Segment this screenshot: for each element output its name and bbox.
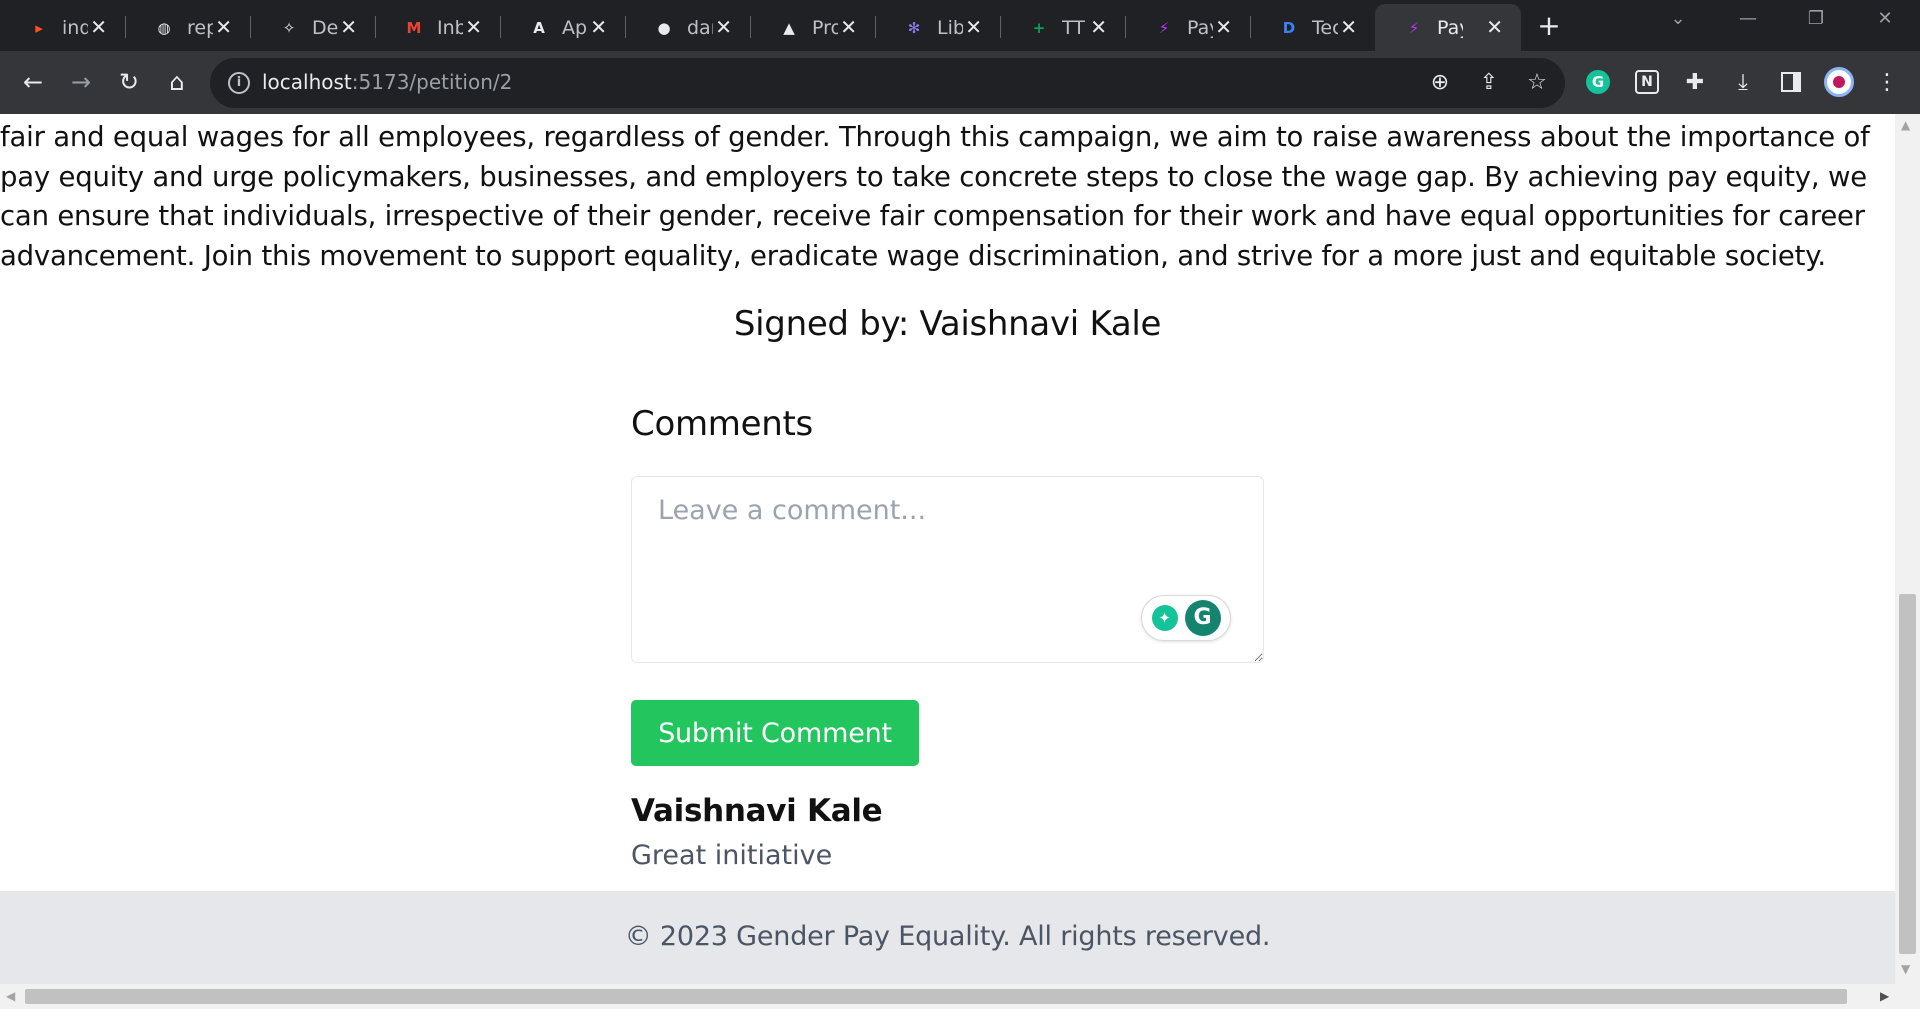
close-tab-icon[interactable]: ✕ [590, 16, 607, 38]
scroll-right-icon[interactable]: ▶ [1880, 989, 1889, 1003]
profile-avatar[interactable] [1823, 66, 1855, 98]
share-icon[interactable]: ⇪ [1476, 70, 1502, 96]
close-tab-icon[interactable]: ✕ [1340, 16, 1357, 38]
browser-tab-strip: ▸ind✕◍rep✕✧De✕MInb✕AAp✕●dar✕▲Pro✕✻Lib✕+T… [0, 0, 1920, 51]
submit-comment-button[interactable]: Submit Comment [631, 700, 919, 766]
restore-icon[interactable]: ❐ [1801, 8, 1831, 29]
tab-title: dar [687, 16, 713, 39]
tab-title: Pay [1437, 16, 1463, 39]
browser-tab[interactable]: A Ap ✕ [500, 4, 625, 51]
tab-title: Pay [1187, 16, 1213, 39]
page-footer: © 2023 Gender Pay Equality. All rights r… [0, 891, 1895, 984]
tab-title: rep [187, 16, 213, 39]
tab-title: TT [1062, 16, 1085, 39]
close-tab-icon[interactable]: ✕ [340, 16, 357, 38]
reload-icon[interactable]: ↻ [112, 65, 146, 99]
github-icon: ● [657, 18, 671, 37]
tab-search-icon[interactable]: ⌄ [1663, 8, 1693, 29]
close-tab-icon[interactable]: ✕ [90, 16, 107, 38]
browser-tab[interactable]: ▲ Pro ✕ [750, 4, 875, 51]
bookmark-star-icon[interactable]: ☆ [1524, 70, 1550, 96]
new-tab-button[interactable]: + [1533, 10, 1565, 42]
side-panel-icon[interactable] [1775, 66, 1807, 98]
browser-tab[interactable]: ▸ ind ✕ [0, 4, 125, 51]
browser-menu-icon[interactable]: ⋮ [1871, 66, 1903, 98]
tab-title: Tec [1312, 16, 1338, 39]
vite-icon: ⚡ [1408, 18, 1420, 37]
tab-title: Pro [812, 16, 838, 39]
browser-tab[interactable]: + TT ✕ [1000, 4, 1125, 51]
extensions-puzzle-icon[interactable]: ✚ [1679, 66, 1711, 98]
grammarly-widget[interactable]: ✦ G [1141, 595, 1231, 641]
tab-title: ind [62, 16, 88, 39]
browser-tab[interactable]: D Tec ✕ [1250, 4, 1375, 51]
close-tab-icon[interactable]: ✕ [715, 16, 732, 38]
devfolio-icon: ✧ [282, 18, 296, 37]
tab-title: De [312, 16, 338, 39]
sheets-icon: + [1032, 18, 1046, 37]
tab-title: Inb [437, 16, 463, 39]
browser-tab[interactable]: M Inb ✕ [375, 4, 500, 51]
signed-by-heading: Signed by: Vaishnavi Kale [733, 304, 1162, 344]
grammarly-extension-icon[interactable]: G [1582, 66, 1614, 98]
browser-toolbar: ← → ↻ ⌂ i localhost:5173/petition/2 ⊕ ⇪ … [0, 51, 1920, 114]
asterisk-icon: ✻ [907, 18, 921, 37]
close-tab-icon[interactable]: ✕ [1215, 16, 1232, 38]
comment-text: Great initiative [631, 840, 833, 871]
site-info-icon[interactable]: i [228, 72, 250, 94]
comment-author: Vaishnavi Kale [631, 793, 883, 829]
tab-title: Ap [562, 16, 588, 39]
download-icon[interactable]: ⤓ [1727, 66, 1759, 98]
zoom-icon[interactable]: ⊕ [1427, 70, 1453, 96]
home-icon[interactable]: ⌂ [160, 65, 194, 99]
browser-tab[interactable]: ⚡ Pay✕ [1125, 4, 1250, 51]
tab-title: Lib [937, 16, 963, 39]
petition-description: fair and equal wages for all employees, … [0, 121, 1870, 272]
grammarly-icon[interactable]: G [1184, 600, 1221, 636]
footer-copyright: © 2023 Gender Pay Equality. All rights r… [624, 921, 1271, 952]
close-tab-icon[interactable]: ✕ [465, 16, 482, 38]
vertical-scrollbar[interactable]: ▲ ▼ [1895, 114, 1920, 984]
scroll-left-icon[interactable]: ◀ [6, 989, 15, 1003]
dev-icon: D [1282, 18, 1296, 37]
close-tab-icon[interactable]: ✕ [965, 16, 982, 38]
close-tab-icon[interactable]: ✕ [1090, 16, 1107, 38]
page-viewport: fair and equal wages for all employees, … [0, 114, 1895, 984]
browser-tab[interactable]: ✻ Lib ✕ [875, 4, 1000, 51]
vercel-icon: ▲ [783, 18, 795, 37]
horizontal-scrollbar[interactable]: ◀ ▶ [0, 984, 1920, 1009]
back-icon[interactable]: ← [16, 65, 50, 99]
browser-tab[interactable]: ◍ rep ✕ [125, 4, 250, 51]
forward-icon[interactable]: → [64, 65, 98, 99]
close-tab-icon[interactable]: ✕ [215, 16, 232, 38]
minimize-icon[interactable]: — [1733, 8, 1763, 29]
close-tab-icon[interactable]: ✕ [1486, 16, 1503, 38]
browser-tab[interactable]: ⚡ Pay ✕ [1375, 4, 1521, 51]
browser-tab[interactable]: ✧ De ✕ [250, 4, 375, 51]
notion-extension-icon[interactable]: N [1631, 66, 1663, 98]
close-tab-icon[interactable]: ✕ [840, 16, 857, 38]
browser-tab[interactable]: ● dar✕ [625, 4, 750, 51]
globe-icon: ◍ [157, 18, 171, 37]
angular-icon: A [533, 18, 545, 37]
scroll-down-icon[interactable]: ▼ [1901, 962, 1910, 976]
vite-icon: ⚡ [1158, 18, 1170, 37]
lightbulb-icon[interactable]: ✦ [1151, 605, 1178, 631]
address-bar[interactable]: i localhost:5173/petition/2 ⊕ ⇪ ☆ [210, 58, 1565, 108]
url-text[interactable]: localhost:5173/petition/2 [262, 70, 512, 94]
vertical-scroll-thumb[interactable] [1899, 594, 1916, 954]
relay-icon: ▸ [35, 18, 43, 37]
scroll-up-icon[interactable]: ▲ [1901, 118, 1910, 132]
comments-heading: Comments [631, 404, 813, 444]
horizontal-scroll-thumb[interactable] [25, 989, 1847, 1004]
gmail-icon: M [406, 18, 422, 37]
close-window-icon[interactable]: ✕ [1870, 8, 1900, 29]
